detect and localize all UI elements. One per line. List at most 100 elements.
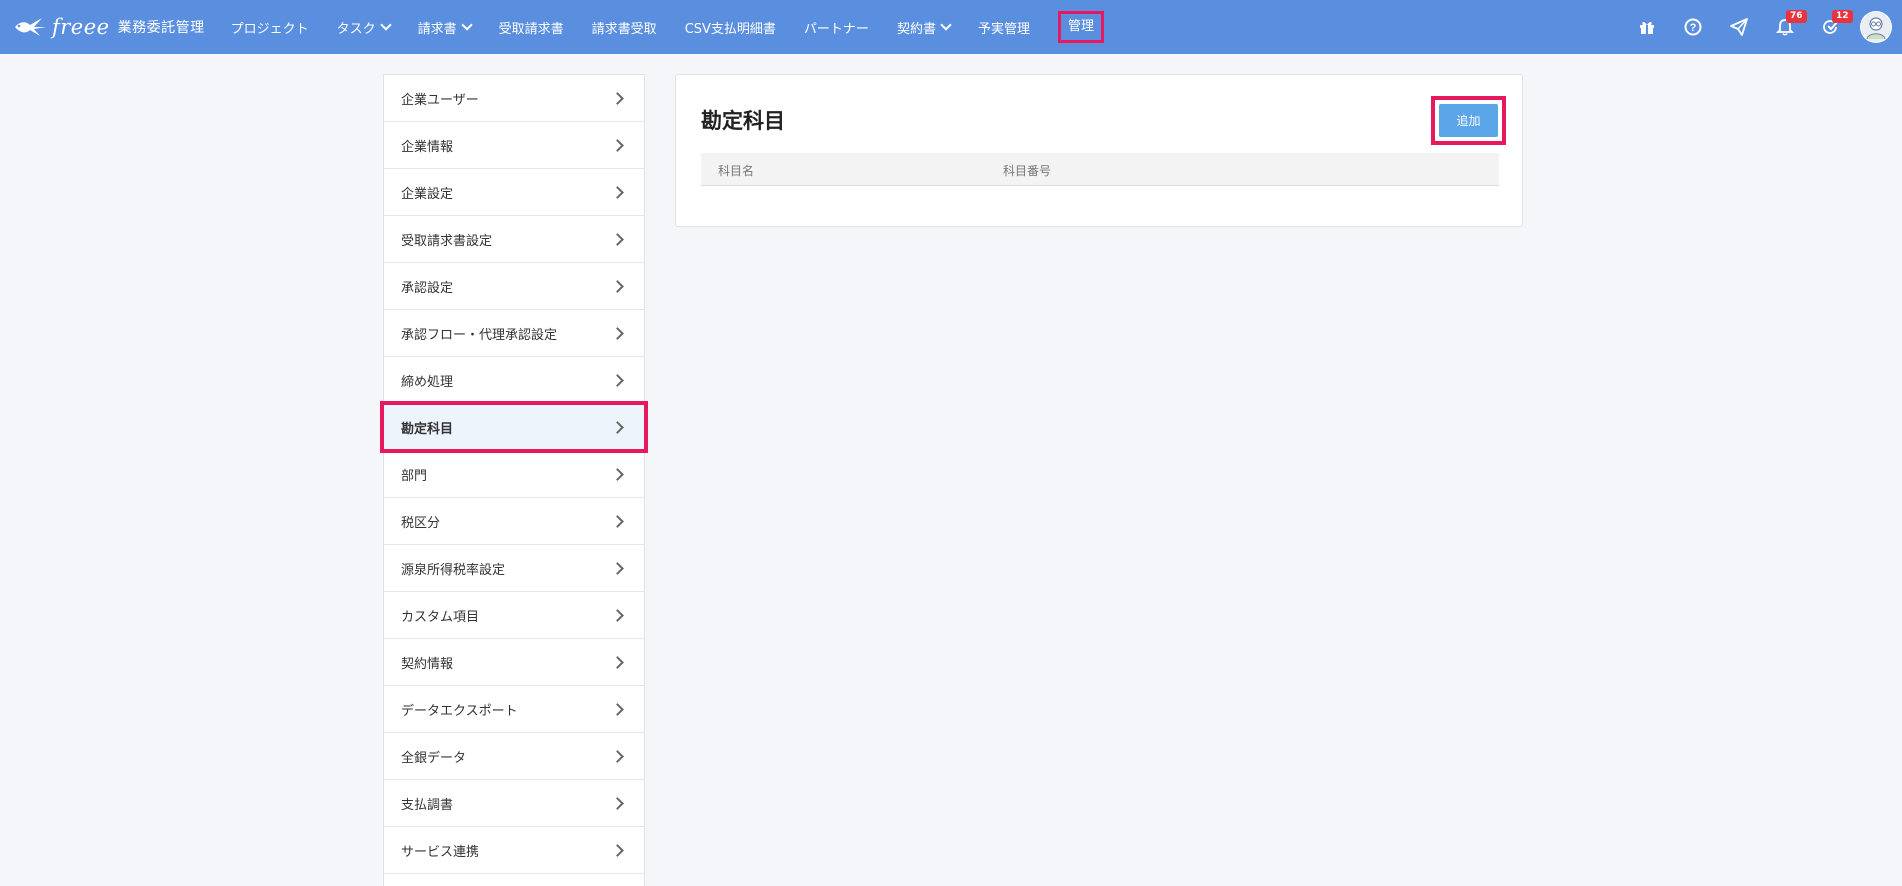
sidebar-item-company-info[interactable]: 企業情報: [384, 122, 644, 169]
nav-received-invoices-label: 受取請求書: [498, 21, 564, 37]
svg-text:?: ?: [1690, 22, 1697, 34]
chevron-right-icon: [611, 420, 624, 434]
chevron-right-icon: [611, 796, 624, 810]
product-name: 業務委託管理: [117, 20, 205, 36]
sidebar-item-label: 企業情報: [401, 139, 454, 155]
chevron-right-icon: [611, 467, 624, 481]
sidebar-item-received-invoice-settings[interactable]: 受取請求書設定: [384, 216, 644, 263]
nav-invoices-label: 請求書: [417, 21, 457, 37]
chevron-right-icon: [611, 749, 624, 763]
help-icon: ?: [1684, 18, 1702, 36]
sidebar-item-label: 源泉所得税率設定: [401, 562, 506, 578]
chevron-right-icon: [611, 138, 624, 152]
sidebar-item-closing[interactable]: 締め処理: [384, 357, 644, 404]
nav-contracts-label: 契約書: [896, 21, 936, 37]
sidebar-item-service-integration[interactable]: サービス連携: [384, 827, 644, 874]
avatar-face-icon: [1861, 12, 1891, 42]
sidebar-item-label: カスタム項目: [401, 609, 480, 625]
chevron-right-icon: [611, 279, 624, 293]
sidebar-item-label: 部門: [401, 468, 428, 484]
sidebar-item-approval-settings[interactable]: 承認設定: [384, 263, 644, 310]
sidebar-item-label: 承認設定: [401, 280, 454, 296]
nav-partners[interactable]: パートナー: [790, 0, 883, 54]
nav-budget-label: 予実管理: [977, 21, 1030, 37]
add-button-highlight: 追加: [1431, 96, 1506, 145]
nav-csv-label: CSV支払明細書: [684, 21, 776, 37]
main-nav: プロジェクト タスク 請求書 受取請求書 請求書受取 CSV支払明細書 パートナ…: [217, 0, 1112, 54]
chevron-right-icon: [611, 655, 624, 669]
top-navigation-bar: freee 業務委託管理 プロジェクト タスク 請求書 受取請求書 請求書受取 …: [0, 0, 1902, 54]
logo-wordmark: freee: [52, 15, 110, 39]
sidebar-item-label: 企業ユーザー: [401, 92, 479, 108]
bird-logo-icon: [15, 18, 46, 36]
sidebar-item-accounts[interactable]: 勘定科目: [380, 401, 648, 453]
sidebar-item-contract-info[interactable]: 契約情報: [384, 639, 644, 686]
page-title: 勘定科目: [701, 109, 785, 133]
sidebar-item-label: 契約情報: [401, 656, 454, 672]
sidebar-item-label: サービス連携: [401, 844, 480, 860]
nav-projects[interactable]: プロジェクト: [217, 0, 323, 54]
nav-tasks-label: タスク: [336, 21, 376, 37]
gift-icon: [1640, 21, 1654, 34]
sidebar-item-label: 受取請求書設定: [401, 233, 493, 249]
chevron-down-icon: [940, 18, 952, 31]
sidebar-item-label: 勘定科目: [401, 421, 454, 437]
notifications-button[interactable]: 76: [1762, 0, 1808, 54]
accounts-card: 勘定科目 追加 科目名 科目番号: [675, 74, 1523, 227]
sidebar-item-company-users[interactable]: 企業ユーザー: [384, 75, 644, 122]
sidebar-item-zengin-data[interactable]: 全銀データ: [384, 733, 644, 780]
sidebar-item-tax-categories[interactable]: 税区分: [384, 498, 644, 545]
header-actions: ? 76 12: [1624, 0, 1902, 54]
send-icon: [1730, 18, 1748, 36]
nav-invoices[interactable]: 請求書: [404, 0, 485, 54]
settings-sidebar: 企業ユーザー 企業情報 企業設定 受取請求書設定 承認設定 承認フロー・代理承認…: [380, 74, 648, 886]
sidebar-item-custom-fields[interactable]: カスタム項目: [384, 592, 644, 639]
user-avatar[interactable]: [1860, 11, 1892, 43]
nav-invoice-receipt-label: 請求書受取: [591, 21, 657, 37]
chevron-right-icon: [611, 232, 624, 246]
chevron-down-icon: [460, 18, 473, 31]
chevron-right-icon: [611, 514, 624, 528]
nav-budget-actual[interactable]: 予実管理: [964, 0, 1044, 54]
chevron-right-icon: [611, 702, 624, 716]
chevron-right-icon: [611, 373, 624, 387]
sidebar-item-approval-flow[interactable]: 承認フロー・代理承認設定: [384, 310, 644, 357]
sidebar-item-payment-records[interactable]: 支払調書: [384, 780, 644, 827]
accounts-table-header: 科目名 科目番号: [701, 153, 1499, 186]
chevron-right-icon: [611, 326, 624, 340]
send-button[interactable]: [1716, 0, 1762, 54]
app-logo[interactable]: freee 業務委託管理: [12, 0, 205, 54]
nav-tasks[interactable]: タスク: [323, 0, 404, 54]
help-button[interactable]: ?: [1670, 0, 1716, 54]
sidebar-item-data-export[interactable]: データエクスポート: [384, 686, 644, 733]
nav-projects-label: プロジェクト: [230, 21, 309, 37]
nav-received-invoices[interactable]: 受取請求書: [485, 0, 578, 54]
nav-csv-payment-statements[interactable]: CSV支払明細書: [671, 0, 790, 54]
chevron-right-icon: [611, 91, 624, 105]
sidebar-item-departments[interactable]: 部門: [384, 451, 644, 498]
nav-partners-label: パートナー: [803, 21, 869, 37]
column-header-account-number[interactable]: 科目番号: [1003, 162, 1051, 179]
sidebar-item-label: 承認フロー・代理承認設定: [401, 327, 558, 343]
column-header-account-name[interactable]: 科目名: [718, 162, 754, 179]
sidebar-item-label: 支払調書: [401, 797, 454, 813]
sidebar-item-label: 全銀データ: [401, 750, 467, 766]
chevron-right-icon: [611, 843, 624, 857]
nav-invoice-receipt[interactable]: 請求書受取: [578, 0, 671, 54]
add-button[interactable]: 追加: [1439, 104, 1498, 137]
sidebar-item-withholding-tax[interactable]: 源泉所得税率設定: [384, 545, 644, 592]
sidebar-item-label: 税区分: [401, 515, 441, 531]
task-count-badge: 12: [1832, 10, 1853, 23]
chevron-right-icon: [611, 608, 624, 622]
sidebar-item-label: 締め処理: [401, 374, 454, 390]
nav-contracts[interactable]: 契約書: [883, 0, 964, 54]
sidebar-item-company-settings[interactable]: 企業設定: [384, 169, 644, 216]
nav-admin[interactable]: 管理: [1050, 0, 1112, 54]
notification-count-badge: 76: [1786, 10, 1807, 23]
chevron-down-icon: [379, 18, 392, 31]
sidebar-item-label: 企業設定: [401, 186, 454, 202]
chevron-right-icon: [611, 561, 624, 575]
gift-button[interactable]: [1624, 0, 1670, 54]
tasks-button[interactable]: 12: [1808, 0, 1854, 54]
nav-admin-label: 管理: [1057, 11, 1104, 43]
